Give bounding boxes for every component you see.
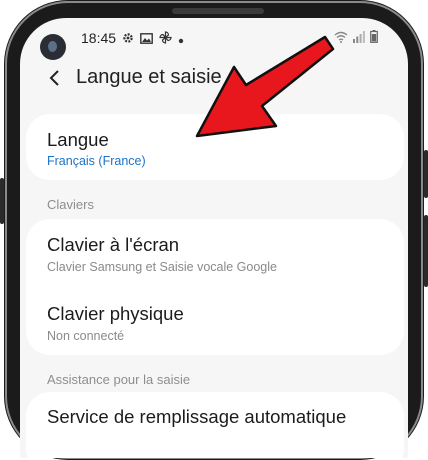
- status-bar: 18:45: [20, 18, 408, 60]
- wifi-icon: [334, 30, 348, 48]
- front-camera: [40, 34, 66, 60]
- section-header-keyboards: Claviers: [47, 197, 94, 212]
- page-title: Langue et saisie: [76, 66, 222, 88]
- dot-icon: [178, 31, 184, 49]
- assist-card: Service de remplissage automatique: [26, 392, 404, 458]
- battery-icon: [370, 30, 378, 48]
- side-button-right-power: [424, 215, 428, 287]
- section-header-assist: Assistance pour la saisie: [47, 372, 191, 387]
- list-item-physical-keyboard[interactable]: Clavier physique Non connecté: [26, 289, 404, 355]
- keyboards-card: Clavier à l'écran Clavier Samsung et Sai…: [26, 219, 404, 355]
- earpiece: [172, 8, 264, 14]
- onscreen-keyboard-title: Clavier à l'écran: [47, 234, 180, 255]
- image-icon: [140, 31, 153, 49]
- gear-icon: [122, 31, 134, 49]
- pinwheel-icon: [159, 31, 172, 49]
- physical-keyboard-subtitle: Non connecté: [47, 329, 125, 343]
- notification-icons: [122, 31, 184, 49]
- list-item-autofill-service[interactable]: Service de remplissage automatique: [26, 392, 404, 452]
- language-item[interactable]: Langue Français (France): [26, 114, 404, 180]
- screen: 18:45 Langue et saisie Langue Français (…: [20, 18, 408, 458]
- language-value: Français (France): [47, 154, 146, 168]
- language-label: Langue: [47, 129, 109, 150]
- app-header: Langue et saisie: [20, 60, 408, 100]
- back-arrow-icon[interactable]: [44, 66, 66, 90]
- signal-icon: [353, 30, 365, 48]
- status-time: 18:45: [81, 30, 117, 46]
- side-button-right-volume: [424, 150, 428, 198]
- onscreen-keyboard-subtitle: Clavier Samsung et Saisie vocale Google: [47, 260, 277, 274]
- physical-keyboard-title: Clavier physique: [47, 303, 184, 324]
- list-item-onscreen-keyboard[interactable]: Clavier à l'écran Clavier Samsung et Sai…: [26, 219, 404, 287]
- autofill-service-title: Service de remplissage automatique: [47, 406, 347, 427]
- system-icons: [334, 30, 378, 48]
- side-button-left: [0, 178, 4, 224]
